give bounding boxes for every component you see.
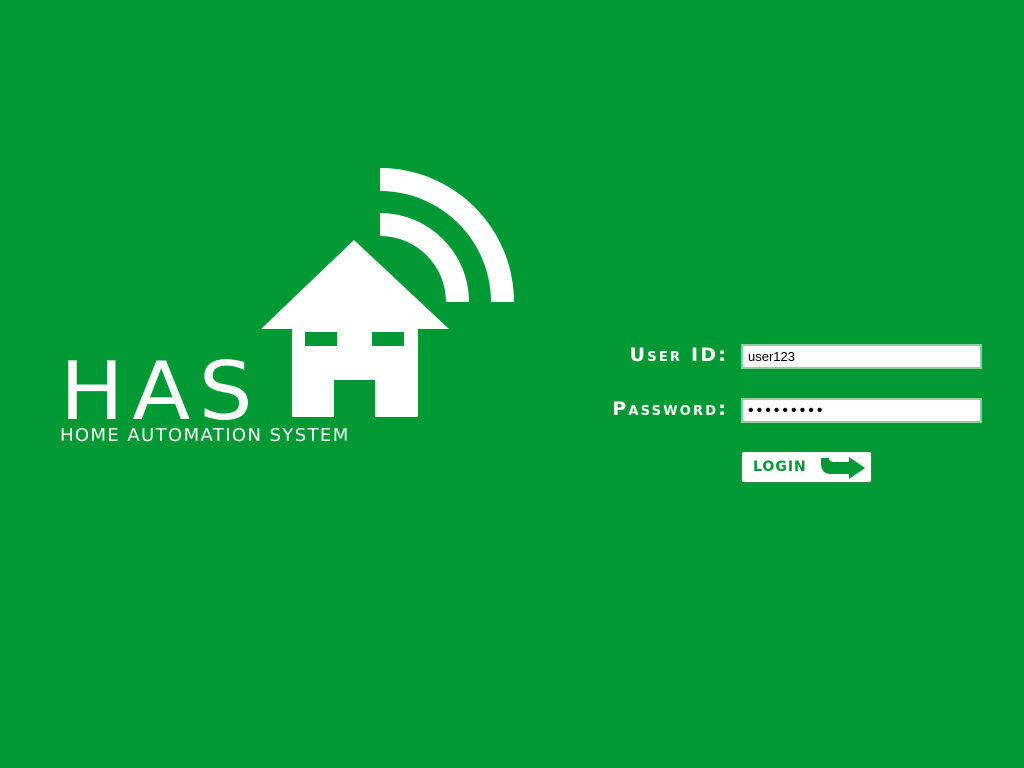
logo-title: HAS [60,345,262,438]
password-input[interactable] [741,398,982,423]
house-roof [261,240,449,329]
house-body [292,329,418,417]
password-label: Password: [612,398,728,420]
login-button-label: LOGIN [753,459,807,475]
user-id-label: User ID: [629,344,728,366]
logo-tagline: HOME AUTOMATION SYSTEM [60,425,350,446]
login-button[interactable]: LOGIN [741,451,872,483]
user-id-input[interactable] [741,344,982,369]
arrow-right-icon [821,457,865,479]
